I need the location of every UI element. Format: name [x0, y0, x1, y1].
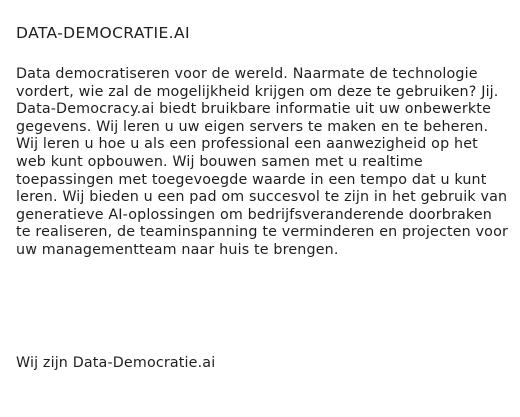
closing-statement: Wij zijn Data-Democratie.ai — [16, 355, 216, 371]
site-title: DATA-DEMOCRATIE.AI — [16, 24, 190, 42]
intro-paragraph: Data democratiseren voor de wereld. Naar… — [16, 66, 508, 258]
